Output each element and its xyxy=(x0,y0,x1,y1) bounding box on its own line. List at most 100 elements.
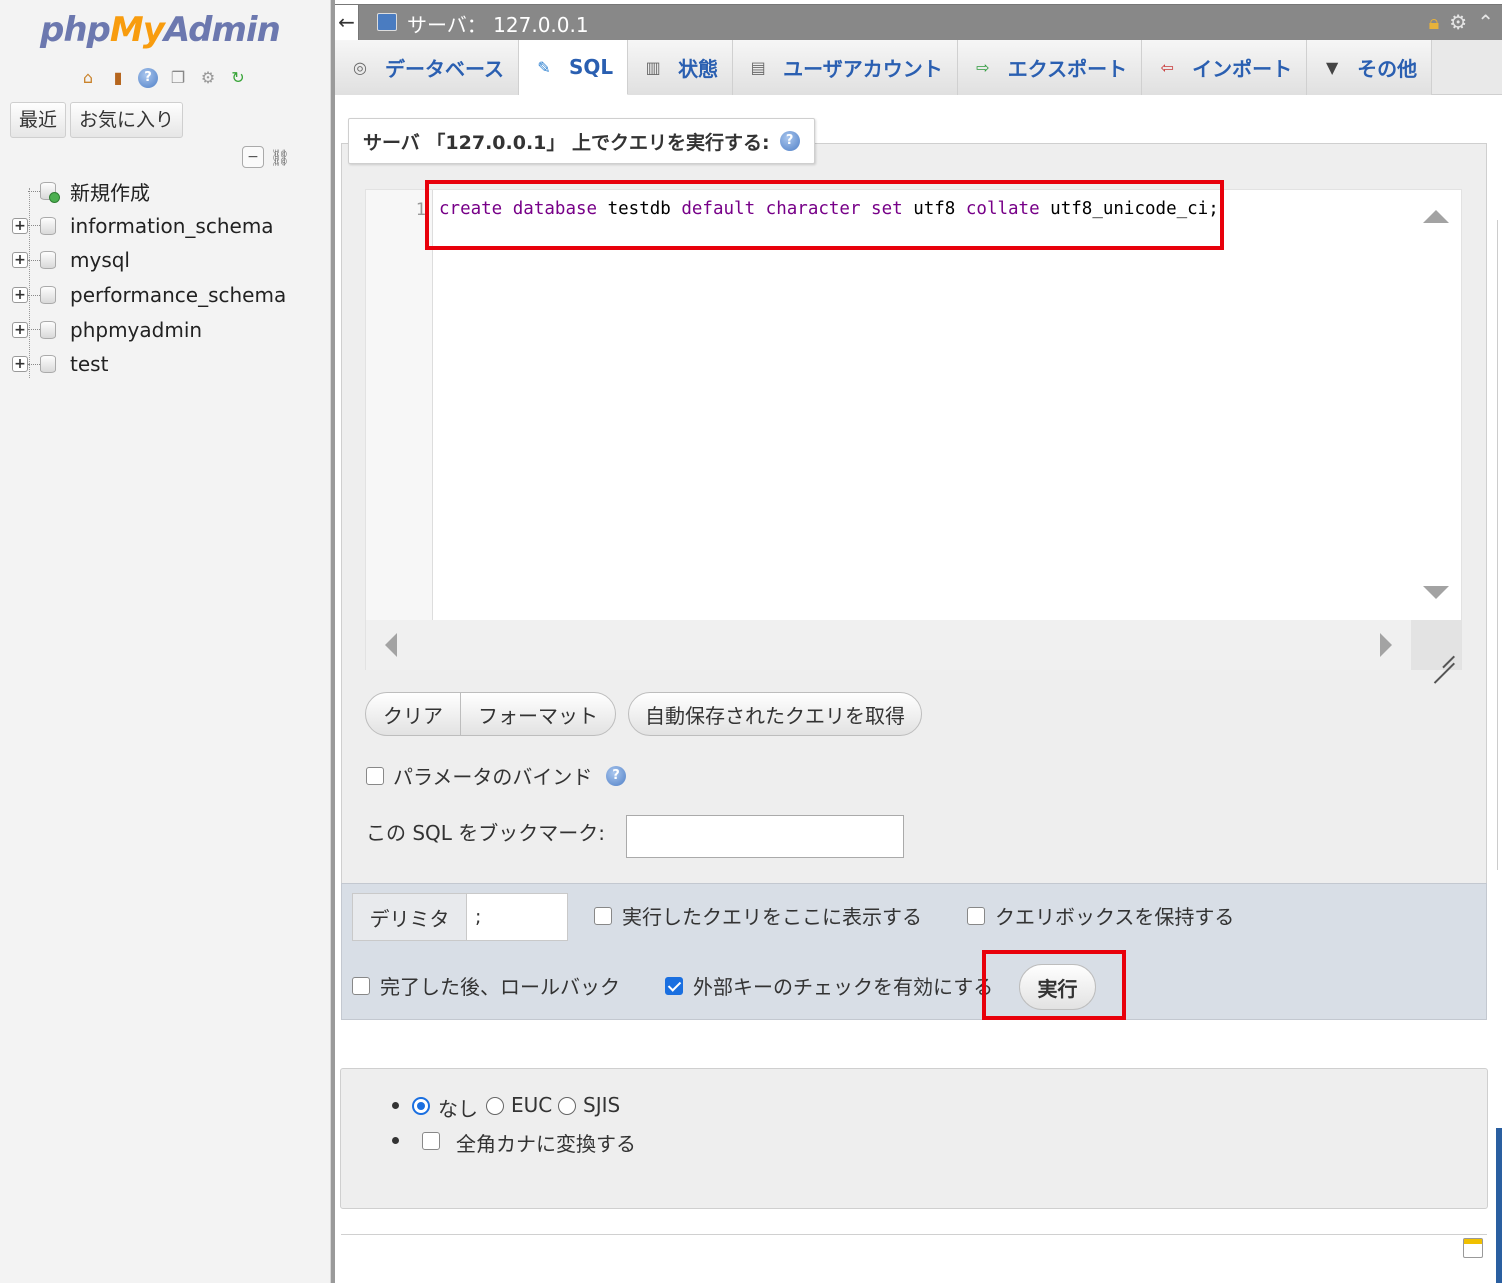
tree-connector xyxy=(28,363,40,365)
tree-item-information-schema[interactable]: + information_schema xyxy=(10,209,330,244)
link-icon[interactable]: ⛓ xyxy=(270,148,290,167)
database-tree: 新規作成 + information_schema + mysql + perf… xyxy=(10,174,330,382)
bookmark-input[interactable] xyxy=(626,815,904,858)
nav-quick-icons: ⌂ ▮ ? ❐ ⚙ ↻ xyxy=(76,66,250,90)
kana-convert-label: 全角カナに変換する xyxy=(456,1132,636,1156)
navigation-panel: phpMyAdmin ⌂ ▮ ? ❐ ⚙ ↻ 最近 お気に入り − ⛓ 新規作成 xyxy=(0,0,331,1283)
delimiter-field: デリミタ ; xyxy=(352,893,568,941)
tree-item-phpmyadmin[interactable]: + phpmyadmin xyxy=(10,312,330,347)
get-autosaved-query-button[interactable]: 自動保存されたクエリを取得 xyxy=(628,692,922,736)
expand-icon[interactable]: + xyxy=(12,356,28,373)
delimiter-input[interactable]: ; xyxy=(467,894,567,940)
tab-status[interactable]: ▥ 状態 xyxy=(628,40,734,95)
tree-controls: − ⛓ xyxy=(242,146,290,168)
tree-connector xyxy=(28,259,40,261)
show-query-checkbox[interactable] xyxy=(594,907,612,925)
tree-connector xyxy=(28,294,40,296)
tree-connector xyxy=(28,225,40,227)
encoding-euc-label: EUC xyxy=(511,1093,553,1117)
tree-item-performance-schema[interactable]: + performance_schema xyxy=(10,278,330,313)
expand-icon[interactable]: + xyxy=(12,217,28,234)
line-gutter: 1 xyxy=(366,190,433,620)
tree-item-test[interactable]: + test xyxy=(10,347,330,382)
favorites-tab[interactable]: お気に入り xyxy=(70,102,184,138)
retain-query-box-label: クエリボックスを保持する xyxy=(995,905,1235,929)
database-icon xyxy=(40,320,56,339)
new-database-icon xyxy=(40,182,60,204)
tab-export[interactable]: ⇨ エクスポート xyxy=(957,40,1143,95)
collapse-top-icon[interactable]: ⌃ xyxy=(1477,10,1494,34)
clear-button[interactable]: クリア xyxy=(365,692,461,736)
list-bullet xyxy=(392,1102,399,1109)
database-icon xyxy=(40,286,56,305)
tab-user-accounts[interactable]: ▤ ユーザアカウント xyxy=(733,40,958,95)
foreign-key-check-label: 外部キーのチェックを有効にする xyxy=(693,975,994,999)
scroll-up-arrow-icon[interactable] xyxy=(1423,210,1449,223)
bind-parameters-checkbox[interactable] xyxy=(366,767,384,785)
expand-icon[interactable]: + xyxy=(12,321,28,338)
expand-icon[interactable]: + xyxy=(12,287,28,304)
database-icon xyxy=(40,355,56,374)
encoding-euc-radio[interactable] xyxy=(486,1097,504,1115)
server-icon xyxy=(377,13,397,31)
panel-splitter[interactable] xyxy=(331,0,335,1283)
divider xyxy=(341,1234,1487,1235)
main-tabs: ◎ データベース ✎ SQL ▥ 状態 ▤ ユーザアカウント ⇨ エクスポート ⇦ インポー… xyxy=(335,40,1502,95)
phpmyadmin-logo[interactable]: phpMyAdmin xyxy=(40,10,281,50)
help-icon[interactable]: ? xyxy=(779,131,800,151)
sql-editor[interactable]: 1 create database testdb default charact… xyxy=(365,189,1462,670)
window-edge xyxy=(1496,1128,1502,1283)
sql-icon: ✎ xyxy=(537,57,551,77)
scroll-right-arrow-icon[interactable] xyxy=(1380,633,1392,657)
console-icon[interactable] xyxy=(1463,1238,1483,1258)
bind-parameters-label: パラメータのバインド xyxy=(393,765,593,789)
query-highlight-box xyxy=(425,180,1224,250)
tree-item-label: 新規作成 xyxy=(70,180,150,205)
help-icon[interactable]: ? xyxy=(606,766,626,786)
reload-icon[interactable]: ↻ xyxy=(226,66,250,90)
import-icon: ⇦ xyxy=(1160,58,1174,77)
tree-item-new[interactable]: 新規作成 xyxy=(10,174,330,209)
help-icon[interactable]: ? xyxy=(136,66,160,90)
status-icon: ▥ xyxy=(645,58,661,77)
collapse-nav-button[interactable]: ← xyxy=(335,5,359,41)
home-icon[interactable]: ⌂ xyxy=(76,66,100,90)
rollback-label: 完了した後、ロールバック xyxy=(380,975,620,999)
retain-query-box-checkbox[interactable] xyxy=(967,907,985,925)
format-button[interactable]: フォーマット xyxy=(460,692,616,736)
tab-import[interactable]: ⇦ インポート xyxy=(1142,40,1308,95)
documentation-icon[interactable]: ❐ xyxy=(166,66,190,90)
horizontal-scrollbar[interactable] xyxy=(366,620,1412,670)
bookmark-label: この SQL をブックマーク: xyxy=(366,821,606,845)
encoding-sjis-radio[interactable] xyxy=(558,1097,576,1115)
collapse-all-icon[interactable]: − xyxy=(242,146,264,168)
recent-tab[interactable]: 最近 xyxy=(10,102,67,138)
exit-icon[interactable]: ▮ xyxy=(106,66,130,90)
tree-item-mysql[interactable]: + mysql xyxy=(10,243,330,278)
window-edge xyxy=(1497,220,1502,870)
encoding-none-radio[interactable] xyxy=(412,1097,430,1115)
tree-connector xyxy=(28,190,40,192)
tree-connector xyxy=(28,329,40,331)
tree-item-label: information_schema xyxy=(70,213,274,238)
lock-icon[interactable]: 🔒︎ xyxy=(1429,10,1440,34)
rollback-checkbox[interactable] xyxy=(352,977,370,995)
kana-convert-checkbox[interactable] xyxy=(422,1132,440,1150)
tab-sql[interactable]: ✎ SQL xyxy=(519,40,629,95)
foreign-key-check-checkbox[interactable] xyxy=(665,977,683,995)
encoding-sjis-label: SJIS xyxy=(583,1093,621,1117)
scroll-left-arrow-icon[interactable] xyxy=(385,633,397,657)
settings-icon[interactable]: ⚙ xyxy=(1449,10,1467,34)
settings-icon[interactable]: ⚙ xyxy=(196,66,220,90)
list-bullet xyxy=(392,1137,399,1144)
users-icon: ▤ xyxy=(750,58,766,77)
tab-more[interactable]: ▼ その他 xyxy=(1307,40,1433,95)
server-breadcrumb-bar: ← サーバ： 127.0.0.1 🔒︎ ⚙ ⌃ xyxy=(335,4,1502,41)
resize-handle-icon[interactable] xyxy=(1411,620,1461,670)
server-breadcrumb[interactable]: サーバ： 127.0.0.1 xyxy=(407,9,589,38)
expand-icon[interactable]: + xyxy=(12,252,28,269)
export-icon: ⇨ xyxy=(976,58,990,77)
scroll-down-arrow-icon[interactable] xyxy=(1423,586,1449,599)
query-legend: サーバ 「127.0.0.1」 上でクエリを実行する: ? xyxy=(348,118,815,164)
tab-databases[interactable]: ◎ データベース xyxy=(335,40,519,95)
